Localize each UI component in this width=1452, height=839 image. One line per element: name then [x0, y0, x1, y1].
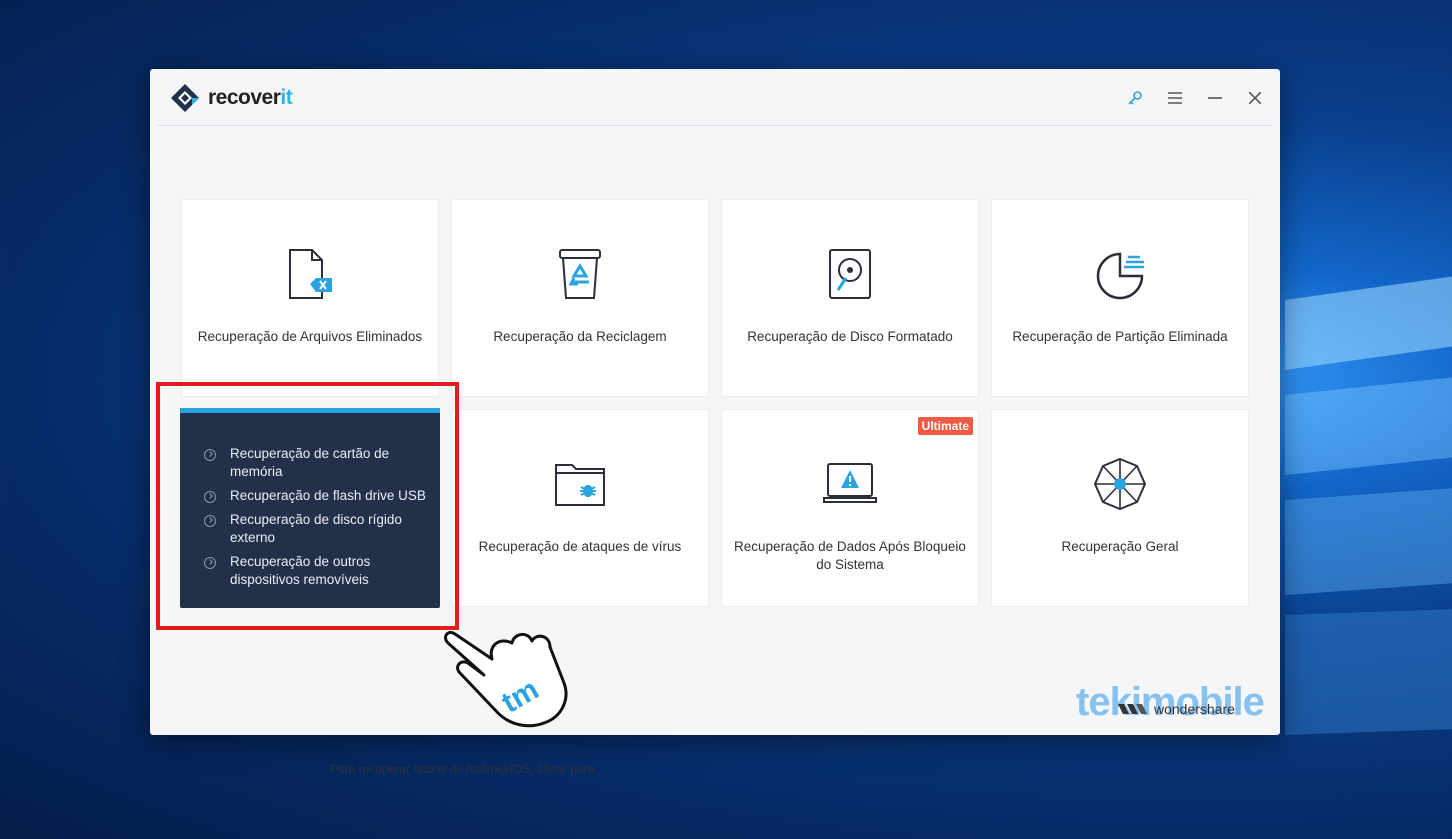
recycle-bin-icon — [552, 246, 608, 302]
pointing-hand-icon: tm — [444, 630, 568, 728]
partition-icon — [1092, 246, 1148, 302]
desktop-light-beam — [1285, 276, 1452, 370]
wondershare-logo-icon — [1118, 704, 1147, 714]
app-name-accent: it — [280, 86, 293, 109]
key-icon[interactable] — [1124, 87, 1146, 109]
card-label: Recuperação de Arquivos Eliminados — [197, 329, 423, 344]
card-general-recovery[interactable]: Recuperação Geral — [991, 409, 1249, 607]
card-formatted-disk-recovery[interactable]: Recuperação de Disco Formatado — [721, 199, 979, 397]
desktop-light-beam — [1285, 488, 1452, 595]
file-delete-icon — [282, 246, 338, 302]
card-label: Recuperação de Disco Formatado — [747, 329, 953, 344]
card-label: Recuperação Geral — [1061, 539, 1179, 554]
wondershare-brand: wondershare — [1118, 701, 1235, 717]
card-deleted-partition-recovery[interactable]: Recuperação de Partição Eliminada — [991, 199, 1249, 397]
app-logo: recoverit — [170, 83, 293, 113]
app-name-part: recover — [208, 86, 281, 109]
android-ios-hint: Para recuperar dados do Android/iOS, alt… — [330, 762, 595, 776]
menu-icon[interactable] — [1164, 87, 1186, 109]
desktop-light-beam — [1285, 377, 1452, 475]
card-virus-attack-recovery[interactable]: Recuperação de ataques de vírus — [451, 409, 709, 607]
close-icon[interactable] — [1244, 87, 1266, 109]
desktop-light-beam — [1285, 609, 1452, 735]
virus-folder-icon — [552, 456, 608, 512]
web-icon — [1092, 456, 1148, 512]
card-label: Recuperação de ataques de vírus — [478, 539, 682, 554]
card-label: Recuperação de Dados Após Bloqueio do Si… — [734, 539, 966, 572]
hard-disk-icon — [822, 246, 878, 302]
card-system-crash-recovery[interactable]: Ultimate Recuperação de Dados Após Bloqu… — [721, 409, 979, 607]
laptop-warning-icon — [822, 456, 878, 512]
card-recycle-bin-recovery[interactable]: Recuperação da Reciclagem — [451, 199, 709, 397]
card-deleted-files-recovery[interactable]: Recuperação de Arquivos Eliminados — [181, 199, 439, 397]
minimize-icon[interactable] — [1204, 87, 1226, 109]
window-controls — [1124, 87, 1266, 109]
app-name: recoverit — [208, 86, 293, 110]
highlight-frame — [156, 382, 459, 630]
card-label: Recuperação da Reciclagem — [493, 329, 667, 344]
wondershare-text: wondershare — [1154, 701, 1235, 717]
card-label: Recuperação de Partição Eliminada — [1012, 329, 1228, 344]
title-bar: recoverit — [158, 69, 1272, 126]
recoverit-logo-icon — [171, 84, 199, 112]
ultimate-badge: Ultimate — [917, 417, 973, 435]
